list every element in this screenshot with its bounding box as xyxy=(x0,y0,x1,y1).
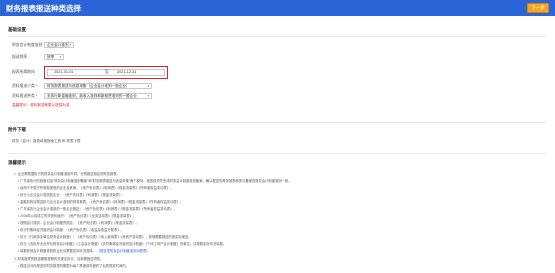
tip-line: • 广东省执行企业会计准则的一般企业报送：《资产负债表》《利润表》《现金流量表》… xyxy=(18,207,177,211)
tip-line: • 执行《行政事业单位财务会计制度》：《资产负债表》《收入费用表》《净资产变动表… xyxy=(18,235,192,239)
attachments-link[interactable]: 财务（会计）报表填报指南工具 和 样表下载 xyxy=(12,139,80,144)
warning-text: 温馨提示：资料报送种类以选择为准 xyxy=(12,103,70,107)
divider xyxy=(8,122,546,123)
attachments-title: 附件下载 xyxy=(8,127,26,132)
period-label: 报表所属期间 xyxy=(12,70,35,74)
tip-line: • 金融机构应报送执行企业会计准则的财务报表。《资产负债表》《利润表》《现金流量… xyxy=(18,200,184,204)
page-title: 财务报表报送种类选择 xyxy=(6,4,81,13)
tip-line: • 填报其他会计制度准则的企业请根据实际情况选择。 《报送须知及会计制度准则对照… xyxy=(18,248,150,253)
tips-title: 温馨提示 xyxy=(8,160,26,165)
basic-settings-title: 基础设置 xyxy=(8,27,26,32)
tip-line: • 2006年以前成立的非营利组织：《资产负债表》《业务活动表》《现金流量表》。 xyxy=(18,214,137,218)
tip-line: 1. 企业需根据执行的财务会计制度准则不同，分别报送相应的财务报表。 xyxy=(14,172,120,176)
next-step-button[interactable]: 下一步 xyxy=(527,3,549,13)
tip-line: • 适用于不属于所有制类型的企业及其他：《资产负债表》《利润表》《现金流量表》《… xyxy=(18,186,174,190)
tip-line: • 执行《农民专业合作社财务会计制度》《工会会计制度》《农村集体经济组织会计制度… xyxy=(18,242,227,246)
frequency-value: 按季 xyxy=(47,55,55,59)
tip-line: 2. 财务报表的报送期限按照有关规定执行，请参看报送须知。 xyxy=(14,257,104,261)
chevron-down-icon: ▼ xyxy=(59,55,62,59)
tip-line: • 按照会计准则、企业会计制度的规定：《资产负债表》《利润表》《现金流量表》。 xyxy=(18,221,139,225)
report-subtype-value: 财务报表报送与信息采集（企业会计准则一般企业） xyxy=(47,84,130,88)
frequency-select[interactable]: 按季 ▼ xyxy=(44,54,64,60)
period-separator: 至 xyxy=(105,70,109,74)
divider xyxy=(8,36,546,37)
accounting-standard-select[interactable]: 企业会计准则 ▼ xyxy=(44,42,74,48)
tip-line: • 执行小企业会计准则的企业：《资产负债表》《利润表》《现金流量表》。 xyxy=(18,193,126,197)
chevron-down-icon: ▼ xyxy=(147,84,150,88)
report-type-select[interactable]: 未执行新金融准则、新收入准则和新租赁准则的一般企业 ▼ xyxy=(44,93,152,99)
tip-line-text: • 填报其他会计制度准则的企业请根据实际情况选择。 xyxy=(18,249,96,253)
divider xyxy=(8,153,546,154)
tip-line: • 广东省执行的制度包括“财务会计制度准则备案”和“财务报表报送与信息采集”两个… xyxy=(18,179,292,183)
chevron-down-icon: ▼ xyxy=(147,94,150,98)
report-type-value: 未执行新金融准则、新收入准则和新租赁准则的一般企业 xyxy=(47,94,137,98)
chevron-down-icon: ▼ xyxy=(69,43,72,47)
header-bar: 财务报表报送种类选择 下一步 xyxy=(0,0,555,16)
accounting-standard-label: 财务会计制度准则 xyxy=(12,43,43,47)
tip-line: • 报送当月份报送的财务报表的期限为每个季度或年度终了后的规定时间内。 xyxy=(18,264,129,268)
reference-link[interactable]: 《报送须知及会计制度准则对照表》 xyxy=(97,249,150,253)
period-start-value[interactable]: 2021-01-01 xyxy=(54,70,73,74)
period-end-value[interactable]: 2021-12-31 xyxy=(117,70,136,74)
accounting-standard-value: 企业会计准则 xyxy=(47,43,69,47)
report-subtype-label: 资料报送小类 * xyxy=(12,84,38,88)
report-subtype-select[interactable]: 财务报表报送与信息采集（企业会计准则一般企业） ▼ xyxy=(44,83,152,89)
report-type-label: 资料报送种类 * xyxy=(12,94,38,98)
frequency-label: 报送频率 xyxy=(12,55,28,59)
tip-line: • 执行村集体经济组织会计制度：《资产负债表》《收益及收益分配表》。 xyxy=(18,228,124,232)
